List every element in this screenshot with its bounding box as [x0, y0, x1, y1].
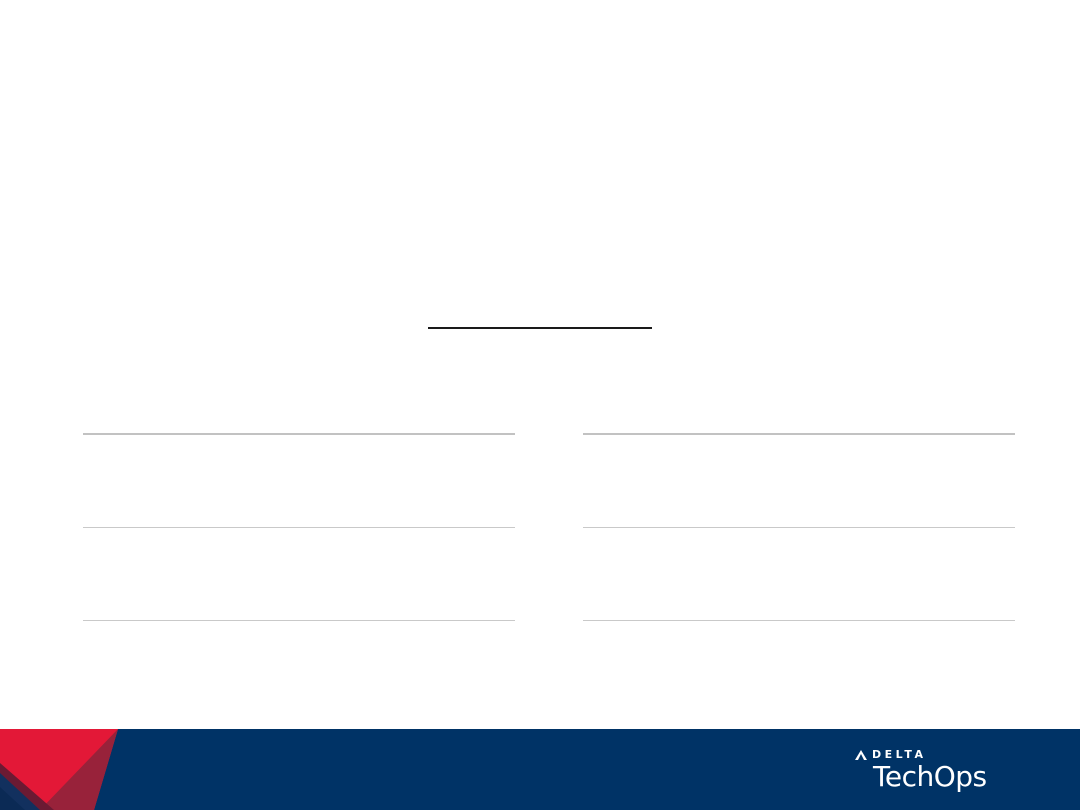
- left-column-bottom-rule: [83, 620, 515, 621]
- delta-triangle-icon: [855, 750, 867, 760]
- left-column-top-rule: [83, 433, 515, 435]
- slide: DELTA TechOps: [0, 0, 1080, 810]
- right-column-middle-rule: [583, 527, 1015, 528]
- right-column-bottom-rule: [583, 620, 1015, 621]
- delta-widget-icon: [0, 729, 118, 810]
- title-underline: [428, 327, 652, 329]
- right-column-top-rule: [583, 433, 1015, 435]
- brand-logo: DELTA TechOps: [855, 748, 1015, 798]
- left-column-middle-rule: [83, 527, 515, 528]
- brand-product: TechOps: [873, 760, 987, 793]
